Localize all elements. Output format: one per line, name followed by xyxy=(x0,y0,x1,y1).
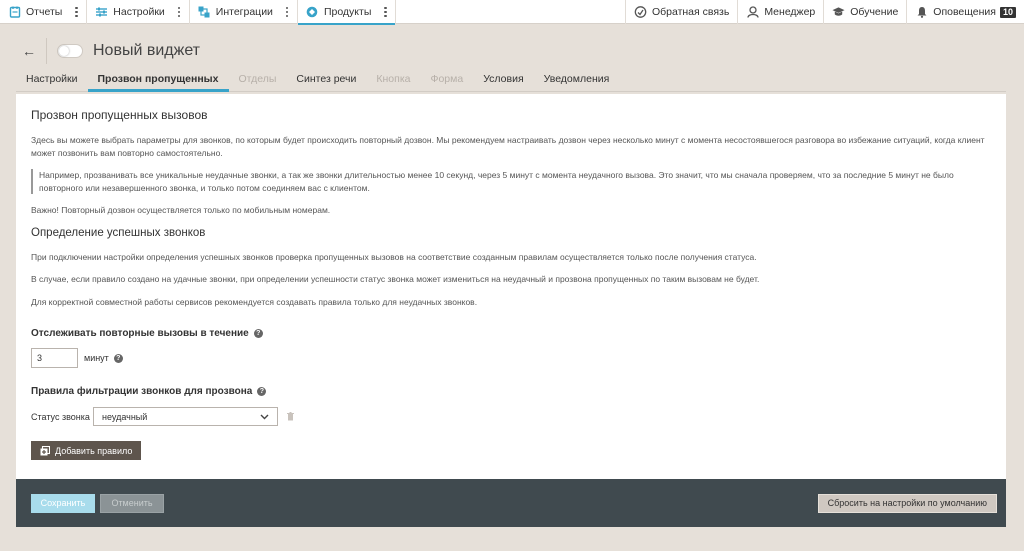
success-section-title: Определение успешных звонков xyxy=(31,226,206,239)
notifications-count-badge: 10 xyxy=(999,6,1016,18)
nav-item-label: Менеджер xyxy=(764,6,816,18)
integrations-icon xyxy=(198,6,211,19)
filter-rules-label-text: Правила фильтрации звонков для прозвона xyxy=(31,386,253,397)
success-text-3: Для корректной совместной работы сервисо… xyxy=(31,296,478,307)
tab-speech-synthesis[interactable]: Синтез речи xyxy=(286,68,366,91)
help-icon[interactable]: ? xyxy=(113,353,123,363)
cancel-button[interactable]: Отменить xyxy=(100,493,164,513)
success-text-2: В случае, если правило создано на удачны… xyxy=(31,274,760,284)
call-status-select[interactable]: неудачный xyxy=(93,407,278,426)
more-vertical-icon[interactable] xyxy=(383,6,387,18)
settings-panel: Прозвон пропущенных вызовов Здесь вы мож… xyxy=(16,94,1006,480)
top-nav-left: Отчеты Настройки Интеграции Продукты xyxy=(0,0,397,25)
nav-item-integrations[interactable]: Интеграции xyxy=(190,0,298,24)
success-text-1: При подключении настройки определения ус… xyxy=(31,251,757,262)
tab-conditions[interactable]: Условия xyxy=(473,68,533,91)
settings-icon xyxy=(95,6,108,19)
back-arrow-icon[interactable]: ← xyxy=(22,43,36,59)
call-status-label: Статус звонка xyxy=(31,411,90,422)
more-vertical-icon[interactable] xyxy=(285,6,289,18)
track-minutes-input[interactable]: 3 xyxy=(31,348,78,368)
add-rule-icon xyxy=(40,445,50,456)
graduation-cap-icon xyxy=(832,6,845,19)
call-status-value: неудачный xyxy=(102,411,148,422)
delete-rule-trash-icon[interactable] xyxy=(287,412,294,421)
track-repeat-label-text: Отслеживать повторные вызовы в течение xyxy=(31,328,249,339)
nav-item-label: Интеграции xyxy=(215,6,273,18)
more-vertical-icon[interactable] xyxy=(177,6,181,18)
tab-form: Форма xyxy=(430,73,464,85)
important-note: Важно! Повторный дозвон осуществляется т… xyxy=(31,205,331,215)
header-divider xyxy=(46,38,47,64)
track-repeat-row: 3 минут ? xyxy=(31,348,991,368)
filter-rules-label: Правила фильтрации звонков для прозвона … xyxy=(31,386,991,397)
nav-item-label: Настройки xyxy=(113,6,165,18)
reset-defaults-button[interactable]: Сбросить на настройки по умолчанию xyxy=(817,493,997,513)
widget-header: ← Новый виджет xyxy=(16,36,1006,66)
tab-notifications[interactable]: Уведомления xyxy=(534,68,620,91)
more-vertical-icon[interactable] xyxy=(74,6,78,18)
tab-missed-calls[interactable]: Прозвон пропущенных xyxy=(87,68,229,92)
nav-item-settings[interactable]: Настройки xyxy=(87,0,190,24)
nav-item-products[interactable]: Продукты xyxy=(297,0,397,25)
nav-item-education[interactable]: Обучение xyxy=(823,0,906,24)
widget-enabled-toggle[interactable] xyxy=(57,44,83,58)
top-nav-right: Обратная связь Менеджер Обучение Оповеще… xyxy=(624,0,1024,24)
nav-item-label: Обратная связь xyxy=(651,6,730,18)
nav-item-feedback[interactable]: Обратная связь xyxy=(624,0,737,24)
help-icon[interactable]: ? xyxy=(253,329,263,338)
bell-icon xyxy=(915,6,928,19)
reports-icon xyxy=(8,6,21,19)
add-rule-button[interactable]: Добавить правило xyxy=(31,441,142,460)
add-rule-wrapper: Добавить правило xyxy=(31,441,991,461)
nav-item-label: Отчеты xyxy=(26,6,63,18)
footer-left-actions: Сохранить Отменить xyxy=(31,493,164,513)
add-rule-label: Добавить правило xyxy=(55,445,133,456)
help-icon[interactable]: ? xyxy=(257,387,267,396)
example-quote: Например, прозванивать все уникальные не… xyxy=(31,169,991,194)
nav-item-reports[interactable]: Отчеты xyxy=(0,0,88,24)
track-repeat-label: Отслеживать повторные вызовы в течение ? xyxy=(31,328,991,339)
nav-item-label: Обучение xyxy=(850,6,899,18)
feedback-icon xyxy=(634,6,647,19)
tab-departments: Отделы xyxy=(238,73,277,85)
top-navigation: Отчеты Настройки Интеграции Продукты Обр… xyxy=(0,0,1024,25)
action-footer: Сохранить Отменить Сбросить на настройки… xyxy=(16,479,1006,527)
nav-item-manager[interactable]: Менеджер xyxy=(737,0,823,24)
nav-item-notifications[interactable]: Оповещения 10 xyxy=(906,0,1024,24)
chevron-down-icon xyxy=(260,412,269,422)
tab-button: Кнопка xyxy=(376,73,411,85)
intro-text: Здесь вы можете выбрать параметры для зв… xyxy=(31,135,985,158)
minutes-unit-label: минут xyxy=(84,353,109,363)
save-button[interactable]: Сохранить xyxy=(31,493,95,513)
section-title: Прозвон пропущенных вызовов xyxy=(31,108,208,122)
tab-settings[interactable]: Настройки xyxy=(16,68,88,91)
manager-icon xyxy=(746,6,759,19)
page-title: Новый виджет xyxy=(93,42,201,59)
products-icon xyxy=(306,6,319,19)
widget-tabs: Настройки Прозвон пропущенных Отделы Син… xyxy=(16,68,1006,92)
filter-rule-row: Статус звонка неудачный xyxy=(31,407,991,426)
nav-item-label: Продукты xyxy=(323,6,372,18)
nav-item-label: Оповещения xyxy=(933,6,996,18)
